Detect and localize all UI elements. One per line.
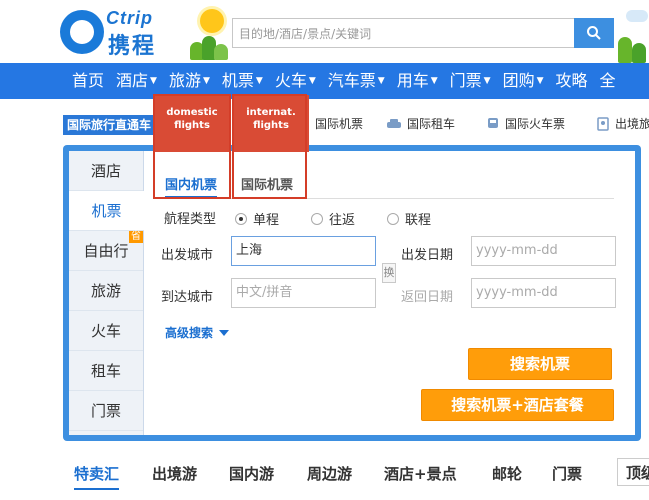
- search-icon: [587, 26, 601, 40]
- depart-city-label: 出发城市: [161, 248, 214, 263]
- radio-label: 单程: [253, 213, 280, 228]
- search-flight-hotel-button[interactable]: 搜索机票+酒店套餐: [421, 389, 614, 421]
- deal-tab[interactable]: 邮轮: [492, 463, 522, 484]
- advanced-search-toggle[interactable]: 高级搜索: [165, 324, 230, 341]
- caret-down-icon: ▼: [430, 76, 438, 86]
- link-intl-car-rental[interactable]: 国际租车: [386, 115, 455, 133]
- radio-selected-icon: [235, 212, 247, 225]
- deal-tab[interactable]: 出境游: [152, 463, 197, 484]
- side-tab-label: 租车: [90, 362, 121, 380]
- deal-category-tabs: 顶级 特卖汇 出境游 国内游 周边游 酒店+景点 邮轮 门票: [0, 450, 649, 494]
- domestic-highlight-frame: [153, 94, 231, 199]
- caret-down-icon: ▼: [308, 76, 316, 86]
- top-more-tab[interactable]: 顶级: [617, 458, 649, 486]
- side-tab-label: 自由行: [83, 242, 129, 260]
- nav-item[interactable]: 首页: [66, 63, 110, 99]
- side-tab-label: 火车: [90, 322, 121, 340]
- nav-item-label: 酒店: [116, 71, 149, 90]
- side-tab[interactable]: 机票: [69, 191, 144, 231]
- main-nav: 首页 酒店 ▼ 旅游 ▼ 机票 ▼ 火车 ▼ 汽车票 ▼ 用车 ▼ 门票 ▼ 团购 ▼ 攻略全: [0, 63, 649, 99]
- side-tab-label: 机票: [91, 202, 122, 220]
- return-date-label: 返回日期: [401, 290, 454, 305]
- radio-label: 往返: [329, 213, 356, 228]
- sun-decoration-icon: [200, 9, 224, 33]
- booking-panel: 酒店 机票 自由行省旅游 火车 租车 门票 国内机票 国际机票 航程类型 单程 往返 联程…: [63, 145, 641, 441]
- trees-left-decoration: [190, 34, 230, 60]
- car-icon: [387, 119, 401, 128]
- triangle-down-icon: [219, 329, 230, 336]
- advanced-search-label: 高级搜索: [165, 326, 214, 340]
- dolphin-logo-icon: [60, 10, 104, 54]
- side-tab[interactable]: 旅游: [69, 271, 143, 311]
- side-tab[interactable]: 门票: [69, 391, 143, 431]
- side-tab-label: 酒店: [90, 162, 121, 180]
- link-label: 国际租车: [407, 117, 456, 131]
- nav-item[interactable]: 全: [594, 63, 622, 99]
- arrive-city-label: 到达城市: [161, 290, 214, 305]
- side-tab-label: 旅游: [90, 282, 121, 300]
- visa-icon: [597, 117, 609, 131]
- deal-tab[interactable]: 酒店+景点: [384, 463, 457, 484]
- product-side-tabs: 酒店机票自由行省旅游火车租车门票: [69, 151, 144, 435]
- train-icon: [488, 118, 498, 128]
- return-date-input[interactable]: yyyy-mm-dd: [471, 278, 616, 308]
- link-intl-train-tickets[interactable]: 国际火车票: [486, 115, 565, 133]
- intl-highlight-frame: [232, 94, 307, 199]
- trip-type-label: 航程类型: [164, 212, 217, 227]
- radio-unselected-icon: [311, 212, 323, 225]
- logo-text-cn: 携程: [108, 34, 157, 59]
- nav-item-label: 团购: [502, 71, 535, 90]
- save-badge: 省: [129, 231, 143, 243]
- deal-tab[interactable]: 特卖汇: [74, 463, 120, 490]
- link-outbound-travel[interactable]: 出境旅: [596, 115, 649, 133]
- deal-tab[interactable]: 国内游: [229, 463, 274, 484]
- swap-cities-button[interactable]: 换: [382, 263, 396, 283]
- search-input[interactable]: 目的地/酒店/景点/关键词: [232, 18, 575, 48]
- search-flights-button[interactable]: 搜索机票: [468, 348, 612, 380]
- nav-item[interactable]: 用车 ▼: [391, 63, 444, 99]
- link-label: 国际机票: [315, 117, 364, 131]
- radio-unselected-icon: [387, 212, 399, 225]
- nav-item[interactable]: 团购 ▼: [497, 63, 550, 99]
- radio-label: 联程: [405, 213, 432, 228]
- deal-tab[interactable]: 门票: [552, 463, 582, 484]
- depart-date-input[interactable]: yyyy-mm-dd: [471, 236, 616, 266]
- nav-item-label: 全: [599, 71, 616, 90]
- deal-tab[interactable]: 周边游: [307, 463, 352, 484]
- radio-multi-city[interactable]: 联程: [387, 209, 431, 228]
- depart-date-label: 出发日期: [401, 248, 454, 263]
- nav-item[interactable]: 汽车票 ▼: [322, 63, 391, 99]
- link-label: 国际火车票: [505, 117, 566, 131]
- caret-down-icon: ▼: [536, 76, 544, 86]
- side-tab[interactable]: 自由行省: [69, 231, 143, 271]
- search-button[interactable]: [574, 18, 614, 48]
- side-tab[interactable]: 酒店: [69, 151, 143, 191]
- side-tab[interactable]: 租车: [69, 351, 143, 391]
- side-tab-label: 门票: [90, 402, 121, 420]
- nav-item[interactable]: 攻略: [550, 63, 594, 99]
- radio-one-way[interactable]: 单程: [235, 209, 279, 228]
- weather-trees-decoration: [614, 8, 649, 63]
- logo-text-en: Ctrip: [106, 8, 153, 28]
- intl-travel-bar: 国际旅行直通车 国际机票 国际租车 国际火车票 出境旅: [0, 107, 649, 141]
- caret-down-icon: ▼: [377, 76, 385, 86]
- ctrip-logo[interactable]: Ctrip 携程: [60, 8, 190, 59]
- nav-item-label: 汽车票: [327, 71, 376, 90]
- depart-city-input[interactable]: 上海: [231, 236, 376, 266]
- intl-travel-label: 国际旅行直通车: [63, 115, 156, 135]
- link-label: 出境旅: [615, 117, 649, 131]
- nav-item-label: 用车: [396, 71, 429, 90]
- nav-item[interactable]: 门票 ▼: [444, 63, 497, 99]
- arrive-city-input[interactable]: 中文/拼音: [231, 278, 376, 308]
- nav-item-label: 门票: [449, 71, 482, 90]
- nav-item-label: 攻略: [555, 71, 588, 90]
- side-tab[interactable]: 火车: [69, 311, 143, 351]
- caret-down-icon: ▼: [483, 76, 491, 86]
- nav-item-label: 首页: [72, 71, 105, 90]
- radio-round-trip[interactable]: 往返: [311, 209, 355, 228]
